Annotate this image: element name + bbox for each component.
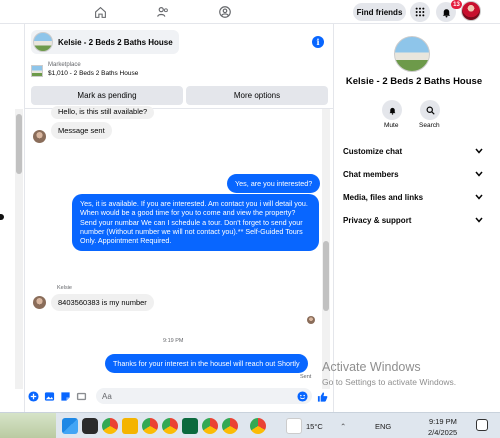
weather-icon[interactable] (286, 418, 302, 434)
excel-icon[interactable] (182, 418, 198, 434)
seen-avatar (307, 316, 315, 324)
customize-chat-label: Customize chat (343, 147, 403, 156)
notification-center-icon[interactable] (476, 419, 488, 431)
privacy-support-label: Privacy & support (343, 216, 412, 225)
thumbs-up-icon[interactable] (317, 391, 328, 402)
message-incoming: Hello, is this still available? (51, 106, 155, 119)
image-icon[interactable] (44, 391, 55, 402)
mute-bell-icon[interactable] (382, 100, 402, 120)
clock-time[interactable]: 9:19 PM (429, 417, 457, 426)
left-edge (0, 24, 14, 412)
sender-name: Kelsie (57, 285, 72, 291)
home-icon[interactable] (92, 4, 108, 20)
weather-widget-image[interactable] (0, 413, 56, 438)
file-explorer-icon[interactable] (122, 418, 138, 434)
chrome-icon[interactable] (142, 418, 158, 434)
conversation-details-panel: Kelsie - 2 Beds 2 Baths House Mute Searc… (334, 24, 500, 412)
contact-avatar (33, 130, 46, 143)
mute-label[interactable]: Mute (384, 122, 398, 129)
info-icon[interactable]: i (312, 36, 324, 48)
account-avatar[interactable] (461, 1, 481, 21)
privacy-support-row[interactable]: Privacy & support (343, 216, 483, 225)
message-incoming: 8403560383 is my number (51, 294, 154, 312)
more-options-button[interactable]: More options (186, 86, 328, 105)
media-files-links-row[interactable]: Media, files and links (343, 193, 483, 202)
customize-chat-row[interactable]: Customize chat (343, 147, 483, 156)
profile-icon[interactable] (217, 4, 233, 20)
marketplace-listing[interactable]: Marketplace $1,010 - 2 Beds 2 Baths Hous… (31, 62, 138, 77)
message-outgoing: Yes, are you interested? (227, 174, 321, 194)
top-navigation: Find friends 13 (0, 0, 500, 24)
activate-windows-subtitle: Go to Settings to activate Windows. (322, 377, 457, 387)
chevron-down-icon (475, 147, 483, 156)
message-outgoing: Thanks for your interest in the housel w… (105, 354, 308, 374)
edge-marker (0, 214, 4, 220)
chevron-down-icon (475, 193, 483, 202)
message-incoming: Message sent (51, 122, 112, 140)
emoji-icon[interactable] (297, 391, 308, 402)
search-icon[interactable] (420, 100, 440, 120)
chrome-icon[interactable] (162, 418, 178, 434)
chat-header[interactable]: Kelsie - 2 Beds 2 Baths House (31, 30, 179, 54)
clock-date[interactable]: 2/4/2025 (428, 428, 457, 437)
windows-start-icon[interactable] (62, 418, 78, 434)
media-files-links-label: Media, files and links (343, 193, 424, 202)
sticker-icon[interactable] (60, 391, 71, 402)
gif-icon[interactable] (76, 391, 87, 402)
chat-scrollbar-thumb[interactable] (323, 241, 329, 311)
plus-circle-icon[interactable] (28, 391, 39, 402)
menu-grid-icon[interactable] (410, 2, 430, 22)
message-timestamp: 9:19 PM (163, 338, 184, 344)
listing-thumbnail (33, 32, 53, 52)
mark-as-pending-button[interactable]: Mark as pending (31, 86, 183, 105)
chevron-down-icon (475, 216, 483, 225)
system-tray-icons[interactable]: ⌃ (340, 422, 346, 431)
sent-status: Sent (300, 374, 312, 380)
left-scrollbar-thumb[interactable] (16, 114, 22, 174)
chat-members-row[interactable]: Chat members (343, 170, 483, 179)
chrome-icon[interactable] (202, 418, 218, 434)
chrome-icon[interactable] (102, 418, 118, 434)
listing-small-thumbnail (31, 65, 43, 77)
message-outgoing: Yes, it is available. If you are interes… (72, 194, 319, 251)
chat-title: Kelsie - 2 Beds 2 Baths House (58, 37, 173, 47)
message-input[interactable]: Aa (96, 388, 312, 404)
temperature-text[interactable]: 15°C (306, 422, 323, 431)
chrome-icon[interactable] (250, 418, 266, 434)
find-friends-button[interactable]: Find friends (353, 3, 406, 21)
contact-avatar (33, 296, 46, 309)
chat-members-label: Chat members (343, 170, 399, 179)
search-taskbar-icon[interactable] (82, 418, 98, 434)
friends-icon[interactable] (155, 4, 171, 20)
search-label[interactable]: Search (419, 122, 440, 129)
activate-windows-title: Activate Windows (322, 360, 421, 374)
windows-taskbar: 15°C ⌃ ENG 9:19 PM 2/4/2025 (0, 412, 500, 438)
chevron-down-icon (475, 170, 483, 179)
conversation-photo (394, 36, 430, 72)
listing-price-title: $1,010 - 2 Beds 2 Baths House (48, 70, 139, 77)
keyboard-language[interactable]: ENG (375, 422, 391, 431)
conversation-name: Kelsie - 2 Beds 2 Baths House (345, 76, 483, 87)
chrome-icon[interactable] (222, 418, 238, 434)
chat-panel: Kelsie - 2 Beds 2 Baths House i Marketpl… (15, 24, 335, 412)
marketplace-label: Marketplace (48, 62, 81, 68)
